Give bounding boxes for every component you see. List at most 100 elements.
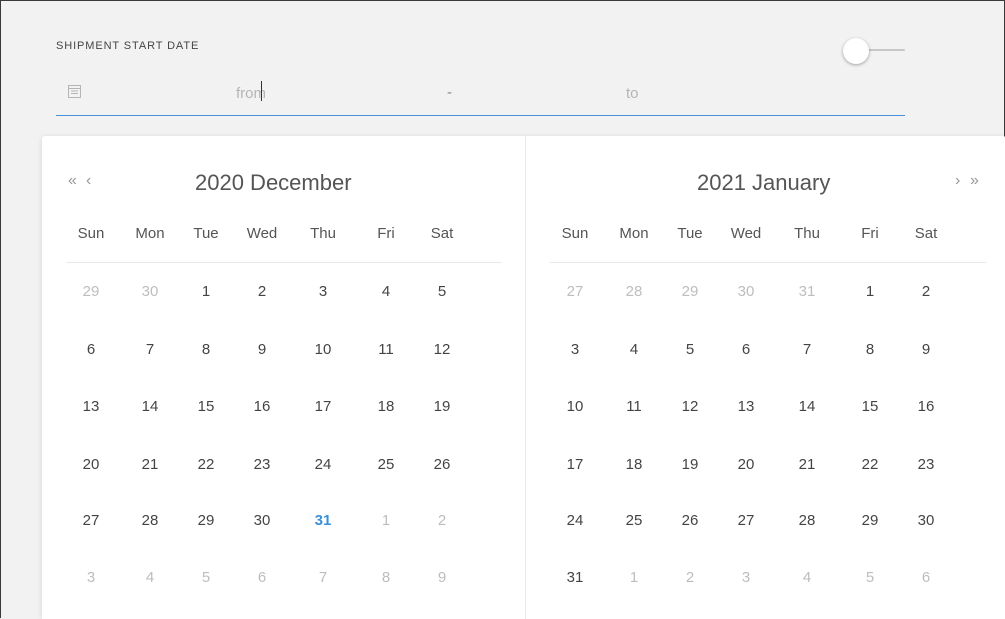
day-cell-today[interactable]: 31: [301, 506, 345, 536]
day-cell[interactable]: 22: [848, 450, 892, 480]
day-cell-outside-month[interactable]: 3: [724, 563, 768, 593]
day-cell[interactable]: 16: [240, 392, 284, 422]
date-range-input[interactable]: -: [56, 73, 905, 116]
day-cell[interactable]: 30: [240, 506, 284, 536]
day-cell-outside-month[interactable]: 30: [128, 277, 172, 307]
day-cell-outside-month[interactable]: 29: [668, 277, 712, 307]
day-cell[interactable]: 31: [553, 563, 597, 593]
day-cell[interactable]: 26: [420, 450, 464, 480]
day-cell[interactable]: 19: [668, 450, 712, 480]
day-cell-outside-month[interactable]: 30: [724, 277, 768, 307]
day-cell[interactable]: 10: [301, 335, 345, 365]
range-toggle[interactable]: [841, 37, 905, 65]
day-cell[interactable]: 20: [69, 450, 113, 480]
day-cell[interactable]: 4: [612, 335, 656, 365]
day-cell[interactable]: 15: [184, 392, 228, 422]
day-cell[interactable]: 7: [128, 335, 172, 365]
day-cell-outside-month[interactable]: 31: [785, 277, 829, 307]
day-cell[interactable]: 22: [184, 450, 228, 480]
day-cell[interactable]: 15: [848, 392, 892, 422]
day-cell-outside-month[interactable]: 1: [364, 506, 408, 536]
day-cell[interactable]: 24: [553, 506, 597, 536]
day-cell-outside-month[interactable]: 7: [301, 563, 345, 593]
day-cell-outside-month[interactable]: 9: [420, 563, 464, 593]
day-cell[interactable]: 6: [724, 335, 768, 365]
weekday-label: Wed: [730, 225, 762, 242]
day-cell[interactable]: 10: [553, 392, 597, 422]
day-cell[interactable]: 23: [240, 450, 284, 480]
day-cell-outside-month[interactable]: 28: [612, 277, 656, 307]
day-cell[interactable]: 11: [612, 392, 656, 422]
day-cell[interactable]: 29: [184, 506, 228, 536]
day-cell[interactable]: 5: [420, 277, 464, 307]
day-cell-outside-month[interactable]: 3: [69, 563, 113, 593]
day-cell[interactable]: 14: [128, 392, 172, 422]
day-cell[interactable]: 17: [301, 392, 345, 422]
day-cell[interactable]: 6: [69, 335, 113, 365]
day-cell[interactable]: 18: [612, 450, 656, 480]
day-cell[interactable]: 1: [848, 277, 892, 307]
day-cell[interactable]: 19: [420, 392, 464, 422]
next-year-button[interactable]: »: [970, 172, 979, 190]
to-date-input[interactable]: [626, 79, 826, 107]
day-cell[interactable]: 18: [364, 392, 408, 422]
day-cell[interactable]: 28: [785, 506, 829, 536]
day-cell-outside-month[interactable]: 5: [848, 563, 892, 593]
prev-year-button[interactable]: «: [68, 172, 77, 190]
day-cell[interactable]: 7: [785, 335, 829, 365]
day-cell-outside-month[interactable]: 29: [69, 277, 113, 307]
day-cell[interactable]: 9: [240, 335, 284, 365]
day-cell[interactable]: 8: [848, 335, 892, 365]
day-cell[interactable]: 26: [668, 506, 712, 536]
day-cell[interactable]: 3: [301, 277, 345, 307]
weekday-label: Fri: [861, 225, 879, 242]
day-cell[interactable]: 11: [364, 335, 408, 365]
day-cell[interactable]: 9: [904, 335, 948, 365]
day-cell-outside-month[interactable]: 4: [785, 563, 829, 593]
prev-month-button[interactable]: ‹: [86, 172, 91, 190]
day-cell[interactable]: 25: [612, 506, 656, 536]
day-cell[interactable]: 30: [904, 506, 948, 536]
day-cell-outside-month[interactable]: 8: [364, 563, 408, 593]
day-cell[interactable]: 2: [904, 277, 948, 307]
day-cell[interactable]: 8: [184, 335, 228, 365]
shipment-start-date-label: SHIPMENT START DATE: [56, 40, 200, 52]
day-cell[interactable]: 25: [364, 450, 408, 480]
day-cell[interactable]: 12: [668, 392, 712, 422]
day-cell[interactable]: 13: [724, 392, 768, 422]
day-cell[interactable]: 24: [301, 450, 345, 480]
day-cell[interactable]: 4: [364, 277, 408, 307]
day-cell-outside-month[interactable]: 2: [420, 506, 464, 536]
day-cell-outside-month[interactable]: 2: [668, 563, 712, 593]
from-date-input[interactable]: [236, 79, 436, 107]
calendar-panel-right: › » 2021 January Sun Mon Tue Wed Thu Fri Sat 2…: [526, 136, 1005, 619]
toggle-knob[interactable]: [843, 38, 869, 64]
day-cell[interactable]: 28: [128, 506, 172, 536]
day-cell[interactable]: 2: [240, 277, 284, 307]
day-cell[interactable]: 20: [724, 450, 768, 480]
day-cell-outside-month[interactable]: 6: [240, 563, 284, 593]
weekday-header-left: Sun Mon Tue Wed Thu Fri Sat: [66, 222, 502, 263]
day-cell[interactable]: 16: [904, 392, 948, 422]
day-cell-outside-month[interactable]: 1: [612, 563, 656, 593]
day-cell[interactable]: 3: [553, 335, 597, 365]
day-cell-outside-month[interactable]: 27: [553, 277, 597, 307]
day-cell[interactable]: 12: [420, 335, 464, 365]
day-cell-outside-month[interactable]: 6: [904, 563, 948, 593]
day-cell[interactable]: 21: [785, 450, 829, 480]
day-cell[interactable]: 5: [668, 335, 712, 365]
next-month-button[interactable]: ›: [955, 172, 960, 190]
day-cell-outside-month[interactable]: 4: [128, 563, 172, 593]
day-cell[interactable]: 21: [128, 450, 172, 480]
day-cell[interactable]: 27: [69, 506, 113, 536]
day-cell[interactable]: 29: [848, 506, 892, 536]
day-cell[interactable]: 23: [904, 450, 948, 480]
day-cell[interactable]: 14: [785, 392, 829, 422]
weekday-label: Thu: [310, 225, 336, 242]
day-cell[interactable]: 27: [724, 506, 768, 536]
day-cell-outside-month[interactable]: 5: [184, 563, 228, 593]
day-cell[interactable]: 17: [553, 450, 597, 480]
day-cell[interactable]: 1: [184, 277, 228, 307]
weekday-label: Thu: [794, 225, 820, 242]
day-cell[interactable]: 13: [69, 392, 113, 422]
